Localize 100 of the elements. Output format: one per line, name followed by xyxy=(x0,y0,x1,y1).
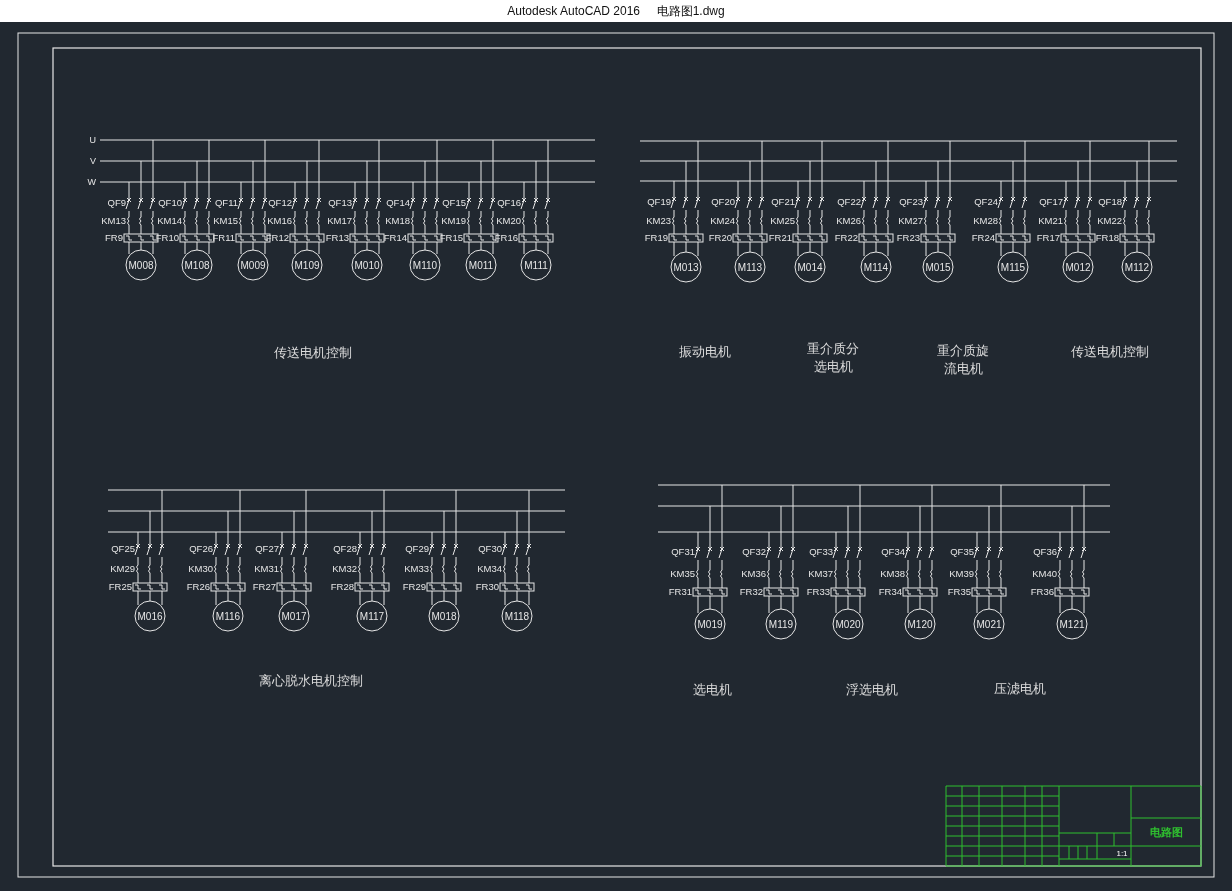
motor-label: M116 xyxy=(215,611,241,622)
caption: 振动电机 xyxy=(679,344,731,359)
motor-circle xyxy=(237,249,269,281)
relay-label: FR20 xyxy=(708,232,732,243)
breaker-label: QF36 xyxy=(1033,546,1057,557)
relay-label: FR35 xyxy=(947,586,971,597)
relay-label: FR12 xyxy=(265,232,289,243)
relay-label: FR34 xyxy=(878,586,902,597)
motor-label: M013 xyxy=(673,262,699,273)
phase-label: W xyxy=(87,177,96,187)
motor-label: M009 xyxy=(240,260,266,271)
motor-circle xyxy=(465,249,497,281)
motor-circle xyxy=(501,600,533,632)
relay-label: FR11 xyxy=(212,232,235,243)
phase-label: U xyxy=(89,135,96,145)
motor-label: M010 xyxy=(354,260,380,271)
relay-label: FR28 xyxy=(330,581,354,592)
motor-circle xyxy=(181,249,213,281)
breaker-label: QF31 xyxy=(671,546,695,557)
relay-label: FR16 xyxy=(494,232,518,243)
motor-label: M021 xyxy=(976,619,1002,630)
breaker-label: QF23 xyxy=(899,196,923,207)
relay-label: FR25 xyxy=(108,581,132,592)
breaker-label: QF11 xyxy=(214,197,238,208)
motor-circle xyxy=(278,600,310,632)
breaker-label: QF13 xyxy=(328,197,352,208)
contactor-label: KM34 xyxy=(477,563,502,574)
motor-label: M115 xyxy=(1000,262,1026,273)
motor-circle xyxy=(428,600,460,632)
breaker-label: QF17 xyxy=(1039,196,1063,207)
motor-label: M016 xyxy=(137,611,163,622)
breaker-label: QF26 xyxy=(189,543,213,554)
relay-label: FR23 xyxy=(896,232,920,243)
relay-label: FR9 xyxy=(105,232,123,243)
relay-label: FR27 xyxy=(252,581,276,592)
motor-circle xyxy=(734,251,766,283)
contactor-label: KM28 xyxy=(973,215,998,226)
window-title: Autodesk AutoCAD 2016 电路图1.dwg xyxy=(507,2,725,20)
motor-circle xyxy=(134,600,166,632)
motor-circle xyxy=(694,608,726,640)
motor-label: M119 xyxy=(768,619,794,630)
breaker-label: QF29 xyxy=(405,543,429,554)
motor-label: M012 xyxy=(1065,262,1091,273)
caption: 压滤电机 xyxy=(994,681,1046,696)
relay-label: FR18 xyxy=(1095,232,1119,243)
breaker-label: QF14 xyxy=(386,197,410,208)
motor-circle xyxy=(860,251,892,283)
relay-label: FR26 xyxy=(186,581,210,592)
breaker-label: QF27 xyxy=(255,543,279,554)
motor-label: M117 xyxy=(359,611,385,622)
contactor-label: KM36 xyxy=(741,568,766,579)
motor-circle xyxy=(765,608,797,640)
breaker-label: QF21 xyxy=(771,196,795,207)
relay-label: FR32 xyxy=(739,586,763,597)
relay-label: FR10 xyxy=(155,232,179,243)
breaker-label: QF22 xyxy=(837,196,861,207)
contactor-label: KM25 xyxy=(770,215,795,226)
breaker-label: QF24 xyxy=(974,196,998,207)
caption: 浮选电机 xyxy=(846,682,898,697)
breaker-label: QF25 xyxy=(111,543,135,554)
contactor-label: KM27 xyxy=(898,215,923,226)
contactor-label: KM20 xyxy=(496,215,521,226)
motor-label: M120 xyxy=(907,619,933,630)
contactor-label: KM14 xyxy=(157,215,182,226)
relay-label: FR13 xyxy=(325,232,349,243)
relay-label: FR22 xyxy=(834,232,858,243)
motor-label: M113 xyxy=(737,262,763,273)
motor-label: M110 xyxy=(412,260,438,271)
contactor-label: KM26 xyxy=(836,215,861,226)
contactor-label: KM23 xyxy=(646,215,671,226)
motor-circle xyxy=(520,249,552,281)
contactor-label: KM16 xyxy=(267,215,292,226)
breaker-label: QF20 xyxy=(711,196,735,207)
motor-label: M011 xyxy=(468,260,494,271)
contactor-label: KM15 xyxy=(213,215,238,226)
relay-label: FR21 xyxy=(768,232,792,243)
contactor-label: KM38 xyxy=(880,568,905,579)
motor-label: M112 xyxy=(1124,262,1150,273)
caption: 选电机 xyxy=(692,682,732,697)
caption: 传送电机控制 xyxy=(274,345,352,360)
relay-label: FR29 xyxy=(402,581,426,592)
motor-circle xyxy=(351,249,383,281)
relay-label: FR31 xyxy=(668,586,692,597)
motor-circle xyxy=(973,608,1005,640)
motor-circle xyxy=(922,251,954,283)
breaker-label: QF16 xyxy=(497,197,521,208)
phase-label: V xyxy=(90,156,96,166)
motor-circle xyxy=(794,251,826,283)
relay-label: FR17 xyxy=(1036,232,1060,243)
motor-label: M114 xyxy=(863,262,889,273)
relay-label: FR36 xyxy=(1030,586,1054,597)
breaker-label: QF33 xyxy=(809,546,833,557)
contactor-label: KM32 xyxy=(332,563,357,574)
relay-label: FR15 xyxy=(439,232,463,243)
breaker-label: QF30 xyxy=(478,543,502,554)
motor-circle xyxy=(832,608,864,640)
motor-label: M020 xyxy=(835,619,861,630)
relay-label: FR24 xyxy=(971,232,995,243)
caption: 重介质分 选电机 xyxy=(807,341,859,374)
motor-label: M109 xyxy=(294,260,320,271)
